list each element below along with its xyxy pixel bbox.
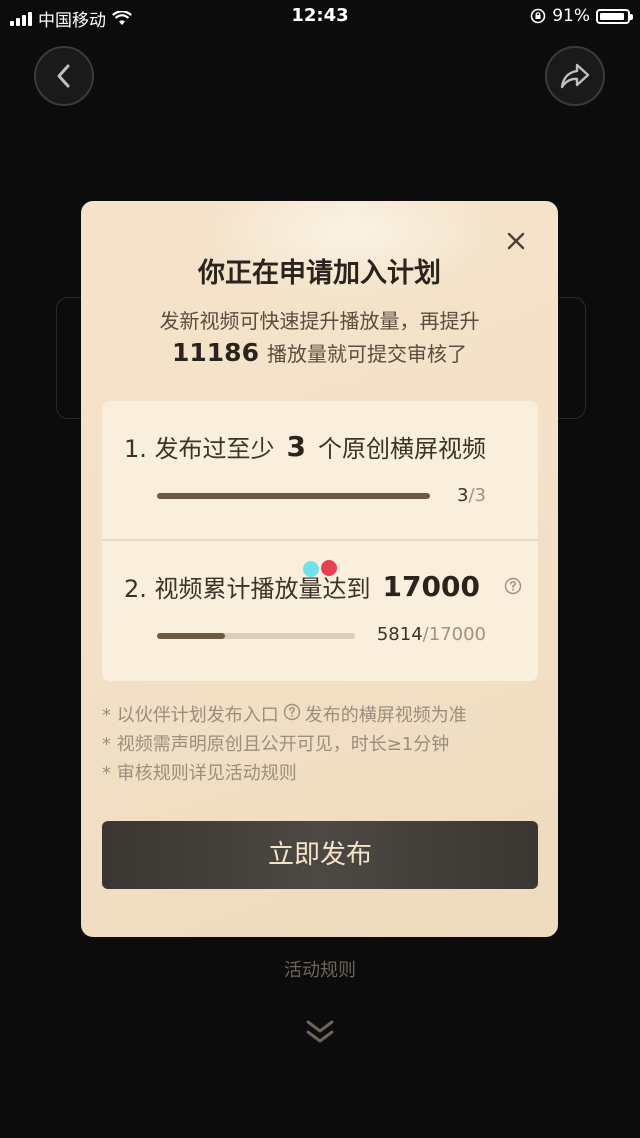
requirement-1-prefix: 1. 发布过至少 — [124, 435, 275, 463]
note-3: * 审核规则详见活动规则 — [102, 763, 297, 784]
remaining-plays-number: 11186 — [172, 338, 259, 367]
requirement-1-suffix: 个原创横屏视频 — [318, 435, 487, 463]
back-button[interactable] — [34, 46, 94, 106]
modal-title: 你正在申请加入计划 — [198, 258, 441, 289]
subtitle-line2: 11186 播放量就可提交审核了 — [81, 337, 558, 370]
share-button[interactable] — [545, 46, 605, 106]
requirement-2-progress-bar — [157, 633, 355, 639]
battery-percent: 91% — [552, 6, 590, 26]
orientation-lock-icon — [530, 8, 546, 24]
publish-now-button[interactable]: 立即发布 — [102, 821, 538, 889]
requirement-1-progress-bar — [157, 493, 430, 499]
requirement-2-total: /17000 — [422, 624, 486, 645]
chevron-left-icon — [57, 64, 70, 88]
requirement-1-progress-fill — [157, 493, 430, 499]
requirement-1-highlight: 3 — [286, 430, 307, 463]
touch-indicator-dots — [303, 560, 337, 577]
help-icon[interactable] — [283, 701, 301, 730]
requirement-1-total: /3 — [468, 485, 486, 506]
requirement-1-current: 3 — [457, 485, 469, 506]
share-icon — [560, 63, 590, 89]
modal-subtitle: 发新视频可快速提升播放量，再提升 11186 播放量就可提交审核了 — [81, 305, 558, 370]
subtitle-line1: 发新视频可快速提升播放量，再提升 — [159, 309, 480, 333]
notes-list: * 以伙伴计划发布入口 发布的横屏视频为准 * 视频需声明原创且公开可见，时长≥… — [102, 701, 467, 788]
note-1-prefix: * 以伙伴计划发布入口 — [102, 705, 279, 726]
note-2: * 视频需声明原创且公开可见，时长≥1分钟 — [102, 734, 450, 755]
apply-plan-modal: 你正在申请加入计划 发新视频可快速提升播放量，再提升 11186 播放量就可提交审… — [81, 201, 558, 937]
status-right: 91% — [530, 6, 633, 26]
subtitle-line2-text: 播放量就可提交审核了 — [266, 342, 467, 366]
activity-rules-link[interactable]: 活动规则 — [0, 956, 640, 982]
status-bar: 中国移动 12:43 91% — [0, 0, 640, 34]
requirements-card: 1. 发布过至少 3 个原创横屏视频 3/3 2. 视频累计播放量达到 1700… — [102, 401, 538, 681]
note-1: * 以伙伴计划发布入口 发布的横屏视频为准 — [102, 701, 467, 730]
help-icon[interactable] — [504, 573, 522, 601]
note-1-suffix: 发布的横屏视频为准 — [304, 705, 467, 726]
requirement-1-count: 3/3 — [457, 485, 486, 506]
requirement-2-current: 5814 — [376, 624, 423, 645]
requirements-divider — [102, 539, 538, 541]
battery-icon — [596, 8, 633, 24]
requirement-2-highlight: 17000 — [382, 570, 480, 603]
requirement-1-text: 1. 发布过至少 3 个原创横屏视频 — [124, 429, 486, 464]
requirement-2-progress-fill — [157, 633, 225, 639]
requirement-2-count: 5814/17000 — [377, 624, 486, 645]
double-chevron-down-icon[interactable] — [300, 1016, 340, 1048]
